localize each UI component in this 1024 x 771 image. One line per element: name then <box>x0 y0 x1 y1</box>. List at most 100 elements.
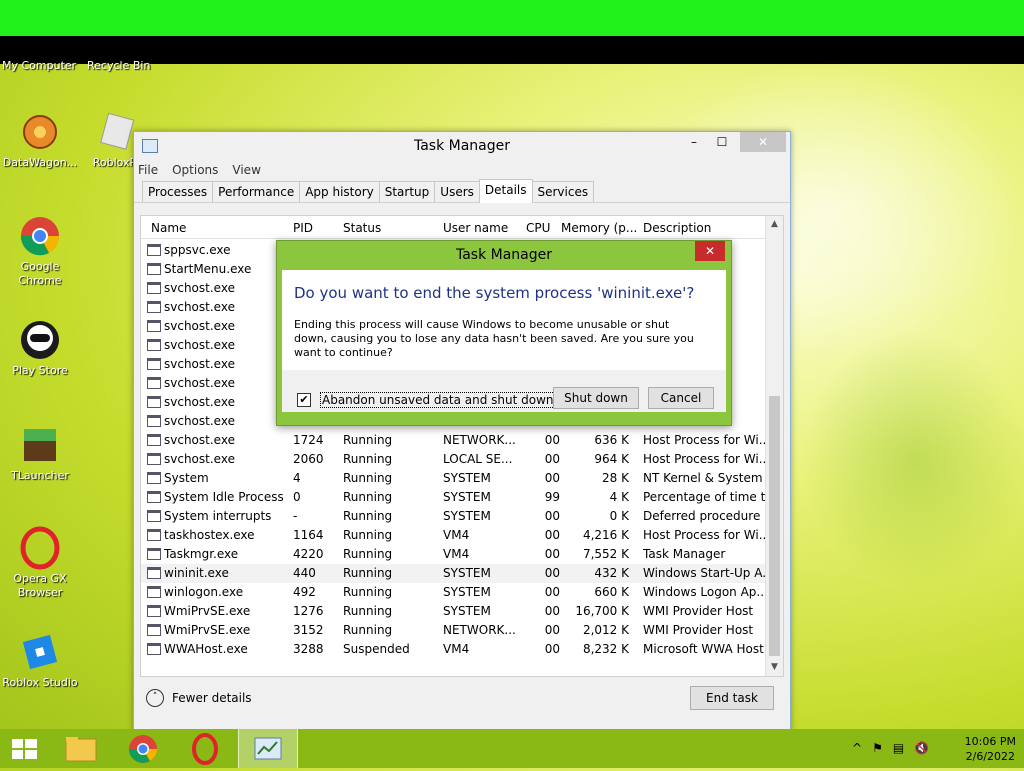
column-header-description[interactable]: Description <box>643 221 765 235</box>
roblox-icon <box>94 110 138 154</box>
column-header-status[interactable]: Status <box>343 221 438 235</box>
process-memory: 2,012 K <box>582 623 629 637</box>
process-icon <box>147 396 161 408</box>
table-row[interactable]: wininit.exe 440 Running SYSTEM 00 432 K Window… <box>141 564 765 583</box>
table-row[interactable]: WmiPrvSE.exe 3152 Running NETWORK... 00 2,012… <box>141 621 765 640</box>
minimize-button[interactable]: – <box>680 132 708 152</box>
process-user: LOCAL SE... <box>443 452 513 466</box>
desktop-icon-opera-gx[interactable]: Opera GX Browser <box>0 526 80 600</box>
abandon-data-checkbox-label[interactable]: Abandon unsaved data and shut down. <box>320 392 560 408</box>
maximize-button[interactable]: ☐ <box>708 132 736 152</box>
desktop-icon-tlauncher[interactable]: TLauncher <box>0 423 80 483</box>
process-cpu: 00 <box>544 566 560 580</box>
process-description: WMI Provider Host <box>643 604 754 618</box>
process-memory: 4 K <box>609 490 629 504</box>
show-hidden-icons-icon[interactable]: ^ <box>852 741 862 755</box>
taskbar-chrome[interactable] <box>118 729 168 768</box>
desktop-icon-google-chrome[interactable]: Google Chrome <box>0 214 80 288</box>
table-row[interactable]: WWAHost.exe 3288 Suspended VM4 00 8,232 K Micr… <box>141 640 765 659</box>
process-status: Running <box>343 490 393 504</box>
column-header-memory[interactable]: Memory (p... <box>561 221 636 235</box>
process-icon <box>147 586 161 598</box>
table-row[interactable]: winlogon.exe 492 Running SYSTEM 00 660 K Windo… <box>141 583 765 602</box>
table-row[interactable]: System Idle Process 0 Running SYSTEM 99 4 K Pe… <box>141 488 765 507</box>
process-name: winlogon.exe <box>164 585 244 599</box>
shut-down-button[interactable]: Shut down <box>553 387 639 409</box>
abandon-data-checkbox[interactable]: ✔ <box>297 393 311 407</box>
desktop-label-recycle-bin[interactable]: Recycle Bin <box>87 59 150 72</box>
close-button[interactable]: ✕ <box>740 132 786 152</box>
cancel-button[interactable]: Cancel <box>648 387 714 409</box>
table-row[interactable]: System interrupts - Running SYSTEM 00 0 K Defe… <box>141 507 765 526</box>
taskbar-task-manager[interactable] <box>238 729 298 768</box>
chevron-up-icon: ˄ <box>146 689 164 707</box>
process-name: svchost.exe <box>164 414 235 428</box>
menu-view[interactable]: View <box>232 163 260 177</box>
column-header-name[interactable]: Name <box>151 221 275 235</box>
process-icon <box>147 415 161 427</box>
action-center-flag-icon[interactable]: ⚑ <box>872 741 883 755</box>
clock[interactable]: 10:06 PM 2/6/2022 <box>965 734 1016 764</box>
table-row[interactable]: Taskmgr.exe 4220 Running VM4 00 7,552 K Task M… <box>141 545 765 564</box>
dialog-body: Do you want to end the system process 'w… <box>282 270 726 370</box>
scroll-up-arrow-icon[interactable]: ▲ <box>766 216 783 233</box>
process-pid: 440 <box>293 566 316 580</box>
column-header-pid[interactable]: PID <box>293 221 338 235</box>
desktop-icon-play-store[interactable]: Play Store <box>0 318 80 378</box>
process-name: svchost.exe <box>164 433 235 447</box>
end-task-button[interactable]: End task <box>690 686 774 710</box>
process-name: svchost.exe <box>164 376 235 390</box>
scroll-down-arrow-icon[interactable]: ▼ <box>766 659 783 676</box>
process-user: SYSTEM <box>443 585 491 599</box>
table-row[interactable]: System 4 Running SYSTEM 00 28 K NT Kernel & Sy… <box>141 469 765 488</box>
start-button[interactable] <box>0 729 50 768</box>
desktop-label-my-computer[interactable]: My Computer <box>2 59 76 72</box>
tab-startup[interactable]: Startup <box>378 181 436 202</box>
tab-performance[interactable]: Performance <box>212 181 301 202</box>
table-row[interactable]: WmiPrvSE.exe 1276 Running SYSTEM 00 16,700 K W… <box>141 602 765 621</box>
process-memory: 7,552 K <box>582 547 629 561</box>
process-name: WmiPrvSE.exe <box>164 623 251 637</box>
process-cpu: 00 <box>544 642 560 656</box>
taskbar-file-explorer[interactable] <box>56 729 106 768</box>
column-header-user[interactable]: User name <box>443 221 525 235</box>
process-name: System interrupts <box>164 509 272 523</box>
process-description: Windows Start-Up A... <box>643 566 765 580</box>
tab-services[interactable]: Services <box>531 181 595 202</box>
process-description: Percentage of time t... <box>643 490 765 504</box>
network-icon[interactable]: ▤ <box>893 741 904 755</box>
process-name: System Idle Process <box>164 490 284 504</box>
tab-app-history[interactable]: App history <box>299 181 380 202</box>
process-status: Running <box>343 566 393 580</box>
process-status: Running <box>343 547 393 561</box>
task-manager-titlebar[interactable]: Task Manager – ☐ ✕ <box>134 132 790 160</box>
taskbar-opera-gx[interactable] <box>180 729 230 768</box>
vertical-scrollbar[interactable]: ▲ ▼ <box>765 216 783 676</box>
process-pid: 3288 <box>293 642 324 656</box>
roblox-studio-icon <box>18 630 62 674</box>
process-icon <box>147 510 161 522</box>
tab-details[interactable]: Details <box>478 179 533 203</box>
table-row[interactable]: svchost.exe 1724 Running NETWORK... 00 636 K H… <box>141 431 765 450</box>
process-pid: 492 <box>293 585 316 599</box>
process-status: Running <box>343 452 393 466</box>
table-row[interactable]: taskhostex.exe 1164 Running VM4 00 4,216 K Hos… <box>141 526 765 545</box>
tab-processes[interactable]: Processes <box>142 181 214 202</box>
column-header-cpu[interactable]: CPU <box>526 221 550 235</box>
tab-users[interactable]: Users <box>434 181 480 202</box>
table-row[interactable]: svchost.exe 2060 Running LOCAL SE... 00 964 K… <box>141 450 765 469</box>
volume-muted-icon[interactable]: 🔇 <box>914 741 929 755</box>
fewer-details-toggle[interactable]: ˄ Fewer details <box>146 689 252 707</box>
process-name: svchost.exe <box>164 319 235 333</box>
desktop-icon-datawagon[interactable]: DataWagon... <box>0 110 80 170</box>
dialog-close-button[interactable]: ✕ <box>695 241 725 261</box>
menu-options[interactable]: Options <box>172 163 218 177</box>
process-description: Task Manager <box>643 547 726 561</box>
process-status: Running <box>343 433 393 447</box>
process-name: svchost.exe <box>164 281 235 295</box>
clock-date: 2/6/2022 <box>965 750 1016 763</box>
desktop-icon-roblox-studio[interactable]: Roblox Studio <box>0 630 80 690</box>
process-icon <box>147 282 161 294</box>
menu-file[interactable]: File <box>138 163 158 177</box>
scrollbar-thumb[interactable] <box>769 396 780 656</box>
